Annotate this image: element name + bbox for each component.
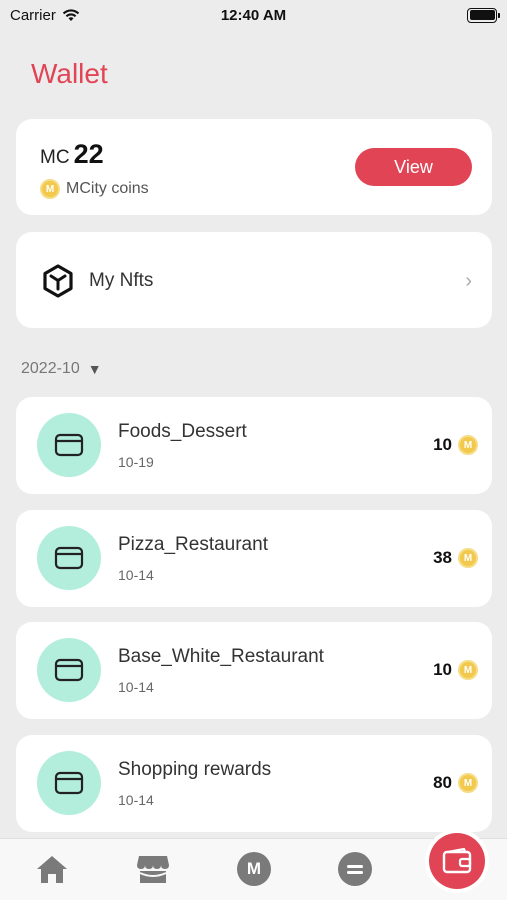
- coin-row: M MCity coins: [40, 179, 149, 199]
- transaction-date: 10-19: [118, 454, 154, 470]
- balance-amount: 22: [73, 139, 104, 169]
- transaction-amount: 10: [433, 660, 452, 679]
- transaction-title: Pizza_Restaurant: [118, 534, 268, 555]
- triangle-down-icon: ▼: [87, 361, 102, 377]
- transaction-amount-group: 80 M: [433, 773, 478, 793]
- currency-prefix: MC: [40, 147, 70, 168]
- chevron-right-icon: ›: [465, 270, 472, 292]
- transaction-title: Foods_Dessert: [118, 421, 247, 442]
- tab-home[interactable]: [34, 851, 70, 887]
- coin-icon: M: [458, 548, 478, 568]
- wallet-icon: [442, 848, 472, 874]
- coin-icon: M: [40, 179, 60, 199]
- transaction-amount: 80: [433, 773, 452, 792]
- carrier-label: Carrier: [10, 6, 56, 24]
- carrier-info: Carrier: [10, 7, 80, 24]
- battery-icon: [467, 7, 500, 23]
- balance-row: MC 22: [40, 139, 104, 170]
- store-icon: [137, 856, 169, 883]
- card-icon-badge: [37, 526, 101, 590]
- home-icon: [37, 856, 67, 883]
- coin-label: MCity coins: [66, 180, 149, 197]
- transaction-amount: 38: [433, 548, 452, 567]
- page-title: Wallet: [31, 58, 108, 89]
- month-filter[interactable]: 2022-10 ▼: [21, 360, 102, 378]
- transaction-item[interactable]: Pizza_Restaurant 10-14 38 M: [16, 510, 492, 607]
- transaction-item[interactable]: Shopping rewards 10-14 80 M: [16, 735, 492, 832]
- mcity-icon: M: [237, 852, 271, 886]
- transaction-date: 10-14: [118, 792, 154, 808]
- month-label: 2022-10: [21, 360, 80, 377]
- card-icon-badge: [37, 751, 101, 815]
- transaction-title: Base_White_Restaurant: [118, 646, 324, 667]
- status-bar: Carrier 12:40 AM: [0, 0, 507, 30]
- coin-icon: M: [458, 435, 478, 455]
- transaction-amount: 10: [433, 435, 452, 454]
- card-icon: [54, 433, 84, 457]
- transaction-date: 10-14: [118, 567, 154, 583]
- transaction-item[interactable]: Base_White_Restaurant 10-14 10 M: [16, 622, 492, 719]
- transaction-amount-group: 10 M: [433, 660, 478, 680]
- wifi-icon: [62, 9, 80, 21]
- transaction-date: 10-14: [118, 679, 154, 695]
- coin-icon: M: [458, 660, 478, 680]
- coin-icon: M: [458, 773, 478, 793]
- mcity-glyph: M: [246, 859, 262, 878]
- transaction-amount-group: 38 M: [433, 548, 478, 568]
- tab-menu[interactable]: [337, 851, 373, 887]
- tab-store[interactable]: [135, 851, 171, 887]
- card-icon: [54, 546, 84, 570]
- tab-mcity[interactable]: M: [236, 851, 272, 887]
- card-icon-badge: [37, 638, 101, 702]
- view-button[interactable]: View: [355, 148, 472, 186]
- menu-icon: [338, 852, 372, 886]
- card-icon-badge: [37, 413, 101, 477]
- cube-icon: [43, 264, 73, 298]
- my-nfts-row[interactable]: My Nfts ›: [16, 232, 492, 328]
- card-icon: [54, 771, 84, 795]
- transaction-title: Shopping rewards: [118, 759, 272, 780]
- tab-bar: M: [0, 833, 507, 900]
- tab-wallet[interactable]: [429, 833, 485, 889]
- card-icon: [54, 658, 84, 682]
- transaction-amount-group: 10 M: [433, 435, 478, 455]
- my-nfts-label: My Nfts: [89, 270, 154, 291]
- transaction-item[interactable]: Foods_Dessert 10-19 10 M: [16, 397, 492, 494]
- balance-card: MC 22 M MCity coins View: [16, 119, 492, 215]
